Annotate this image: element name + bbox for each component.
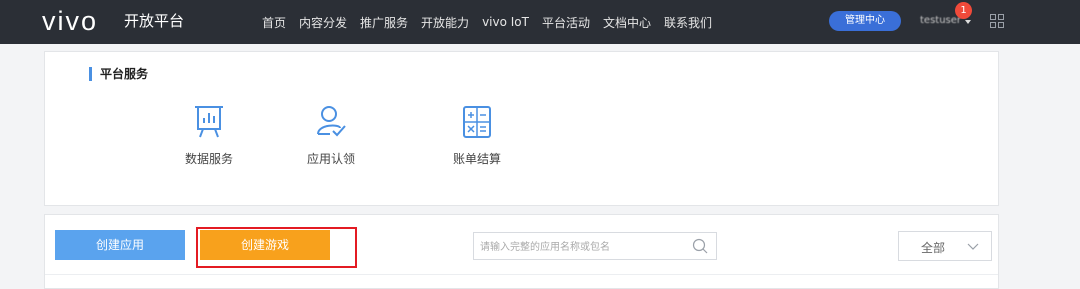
- service-app-claim[interactable]: 应用认领: [307, 104, 355, 167]
- search-icon[interactable]: [692, 238, 708, 254]
- nav-item-contact[interactable]: 联系我们: [664, 14, 712, 31]
- nav-item-activities[interactable]: 平台活动: [542, 14, 590, 31]
- filter-select-value: 全部: [921, 241, 946, 255]
- management-center-button[interactable]: 管理中心: [829, 11, 901, 31]
- top-navigation-bar: vivo 开放平台 首页 内容分发 推广服务 开放能力 vivo IoT 平台活…: [0, 0, 1080, 44]
- data-chart-icon: [195, 106, 223, 138]
- nav-item-content-distribution[interactable]: 内容分发: [299, 14, 347, 31]
- user-dropdown-caret-icon[interactable]: [965, 20, 971, 24]
- chevron-down-icon: [967, 243, 979, 250]
- calculator-icon: [463, 106, 491, 138]
- platform-services-panel: 平台服务 数据服务 应用认领 账单结算: [44, 51, 999, 206]
- vivo-logo[interactable]: vivo: [42, 6, 98, 36]
- highlight-box: [196, 227, 357, 268]
- service-label: 应用认领: [307, 152, 356, 166]
- service-label: 数据服务: [185, 152, 234, 166]
- username-menu[interactable]: testuser: [920, 14, 961, 28]
- service-billing[interactable]: 账单结算: [453, 104, 501, 167]
- nav-item-docs[interactable]: 文档中心: [603, 14, 651, 31]
- nav-item-home[interactable]: 首页: [262, 14, 286, 31]
- nav-item-iot[interactable]: vivo IoT: [482, 15, 529, 29]
- app-toolbar: 创建应用 创建游戏 全部: [44, 214, 999, 289]
- main-nav: 首页 内容分发 推广服务 开放能力 vivo IoT 平台活动 文档中心 联系我…: [262, 0, 725, 44]
- toolbar-divider: [45, 274, 998, 275]
- nav-item-open-capabilities[interactable]: 开放能力: [421, 14, 469, 31]
- app-search-box: [473, 232, 717, 260]
- app-grid-icon[interactable]: [990, 14, 1004, 28]
- create-app-button[interactable]: 创建应用: [55, 230, 185, 260]
- service-data[interactable]: 数据服务: [185, 104, 233, 167]
- app-search-input[interactable]: [478, 238, 692, 256]
- user-check-icon: [317, 106, 346, 137]
- platform-name: 开放平台: [124, 12, 185, 30]
- filter-select[interactable]: 全部: [898, 231, 992, 261]
- notification-badge[interactable]: 1: [955, 2, 972, 19]
- service-label: 账单结算: [453, 152, 502, 166]
- nav-item-promotion[interactable]: 推广服务: [360, 14, 408, 31]
- section-title: 平台服务: [89, 67, 148, 81]
